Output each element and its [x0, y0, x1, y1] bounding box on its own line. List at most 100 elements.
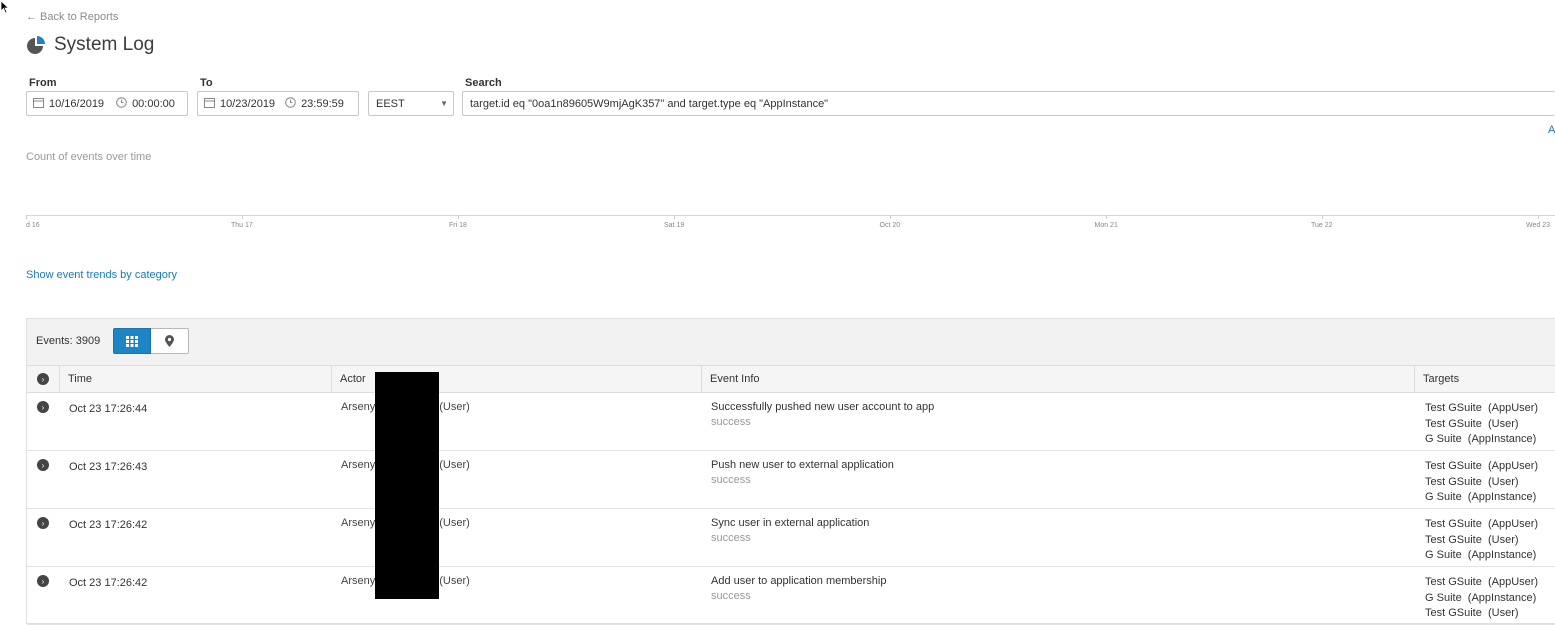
event-time: Oct 23 17:26:42 — [69, 577, 148, 589]
expand-all-header[interactable]: › — [27, 366, 60, 392]
chart-tick — [1106, 215, 1107, 219]
target-item[interactable]: Test GSuite (User) — [1425, 475, 1538, 491]
chart-tick-label: Sat 19 — [664, 222, 685, 229]
column-header-time[interactable]: Time — [60, 366, 332, 392]
expand-row-icon[interactable]: › — [37, 575, 49, 587]
clock-icon — [285, 96, 296, 111]
expand-row-icon[interactable]: › — [37, 517, 49, 529]
search-query-text[interactable]: target.id eq "0oa1n89605W9mjAgK357" and … — [470, 98, 828, 110]
clock-icon — [116, 96, 127, 111]
event-targets: Test GSuite (AppUser) Test GSuite (User) G… — [1425, 401, 1538, 448]
event-targets: Test GSuite (AppUser) Test GSuite (User) G… — [1425, 517, 1538, 564]
table-row[interactable]: › Oct 23 17:26:43 Arseny (User) Push new use… — [27, 451, 1555, 509]
page-title-text: System Log — [54, 34, 155, 55]
chart-tick — [26, 215, 27, 219]
expand-row-icon[interactable]: › — [37, 401, 49, 413]
table-row[interactable]: › Oct 23 17:26:42 Arseny (User) Add user to … — [27, 567, 1555, 625]
target-item[interactable]: Test GSuite (AppUser) — [1425, 401, 1538, 417]
map-pin-icon — [165, 335, 174, 347]
event-description: Add user to application membership — [711, 575, 887, 587]
actor-type: (User) — [439, 459, 470, 471]
event-outcome: success — [711, 532, 751, 544]
search-label: Search — [465, 77, 502, 89]
map-view-button[interactable] — [151, 328, 189, 354]
event-description: Sync user in external application — [711, 517, 870, 529]
to-label: To — [200, 77, 213, 89]
target-item[interactable]: G Suite (AppInstance) — [1425, 591, 1538, 607]
from-datetime-field[interactable]: 10/16/2019 00:00:00 — [26, 91, 188, 116]
event-outcome: success — [711, 590, 751, 602]
caret-down-icon: ▼ — [440, 99, 448, 108]
actor-name: Arseny — [341, 575, 376, 587]
target-item[interactable]: Test GSuite (AppUser) — [1425, 517, 1538, 533]
actor-name: Arseny — [341, 459, 376, 471]
target-item[interactable]: G Suite (AppInstance) — [1425, 432, 1538, 448]
event-info: Sync user in external application success — [711, 517, 869, 544]
pie-chart-icon — [27, 36, 45, 54]
event-time: Oct 23 17:26:42 — [69, 519, 148, 531]
chart-tick — [242, 215, 243, 219]
table-row[interactable]: › Oct 23 17:26:44 Arseny (User) Successfully… — [27, 393, 1555, 451]
mouse-cursor-icon — [0, 0, 10, 14]
actor-name: Arseny — [341, 517, 376, 529]
column-header-event-info[interactable]: Event Info — [702, 366, 1415, 392]
redaction-box — [375, 372, 439, 599]
target-item[interactable]: Test GSuite (User) — [1425, 606, 1538, 622]
from-date-value[interactable]: 10/16/2019 — [49, 98, 104, 110]
expand-row-icon[interactable]: › — [37, 459, 49, 471]
to-datetime-field[interactable]: 10/23/2019 23:59:59 — [197, 91, 359, 116]
actor-name: Arseny — [341, 401, 376, 413]
page-title: System Log — [26, 34, 154, 56]
chart-tick-label: Mon 21 — [1094, 222, 1118, 229]
event-description: Successfully pushed new user account to … — [711, 401, 935, 413]
event-outcome: success — [711, 474, 751, 486]
event-outcome: success — [711, 416, 751, 428]
event-description: Push new user to external application — [711, 459, 894, 471]
chart-tick-label: Oct 20 — [879, 222, 901, 229]
actor-type: (User) — [439, 517, 470, 529]
chart-tick-label: Fri 18 — [449, 222, 467, 229]
chart-tick — [674, 215, 675, 219]
event-time: Oct 23 17:26:44 — [69, 403, 148, 415]
from-time-value[interactable]: 00:00:00 — [132, 98, 175, 110]
column-header-targets[interactable]: Targets — [1415, 366, 1555, 392]
target-item[interactable]: Test GSuite (User) — [1425, 533, 1538, 549]
chart-title: Count of events over time — [26, 151, 152, 163]
events-toolbar — [27, 319, 1555, 366]
show-event-trends-link[interactable]: Show event trends by category — [26, 269, 177, 281]
chart-tick-label: Tue 22 — [1311, 222, 1333, 229]
events-count: Events: 3909 — [36, 335, 101, 347]
table-header: › Time Actor Event Info Targets — [27, 366, 1555, 393]
chart-tick — [890, 215, 891, 219]
target-item[interactable]: Test GSuite (AppUser) — [1425, 459, 1538, 475]
search-input[interactable]: target.id eq "0oa1n89605W9mjAgK357" and … — [462, 91, 1555, 116]
timezone-value: EEST — [376, 97, 405, 110]
target-item[interactable]: G Suite (AppInstance) — [1425, 548, 1538, 564]
chart-tick — [1322, 215, 1323, 219]
advanced-search-link[interactable]: A — [1548, 124, 1555, 136]
grid-view-button[interactable] — [113, 328, 151, 354]
event-time: Oct 23 17:26:43 — [69, 461, 148, 473]
calendar-icon — [33, 97, 44, 111]
target-item[interactable]: G Suite (AppInstance) — [1425, 490, 1538, 506]
event-targets: Test GSuite (AppUser) G Suite (AppInstanc… — [1425, 575, 1538, 622]
table-row[interactable]: › Oct 23 17:26:42 Arseny (User) Sync user in… — [27, 509, 1555, 567]
timezone-select[interactable]: EEST ▼ — [368, 91, 454, 116]
event-info: Successfully pushed new user account to … — [711, 401, 934, 428]
back-to-reports-link[interactable]: ← Back to Reports — [26, 11, 118, 23]
to-time-value[interactable]: 23:59:59 — [301, 98, 344, 110]
calendar-icon — [204, 97, 215, 111]
chart-tick-label: d 16 — [26, 222, 40, 229]
target-item[interactable]: Test GSuite (AppUser) — [1425, 575, 1538, 591]
event-info: Add user to application membership succes… — [711, 575, 886, 602]
grid-icon — [126, 335, 138, 347]
chevron-right-icon[interactable]: › — [37, 373, 49, 385]
target-item[interactable]: Test GSuite (User) — [1425, 417, 1538, 433]
chart-tick — [1538, 215, 1539, 219]
chart-tick-label: Wed 23 — [1526, 222, 1550, 229]
from-label: From — [29, 77, 57, 89]
event-targets: Test GSuite (AppUser) Test GSuite (User) G… — [1425, 459, 1538, 506]
chart-tick-label: Thu 17 — [231, 222, 253, 229]
actor-type: (User) — [439, 401, 470, 413]
to-date-value[interactable]: 10/23/2019 — [220, 98, 275, 110]
